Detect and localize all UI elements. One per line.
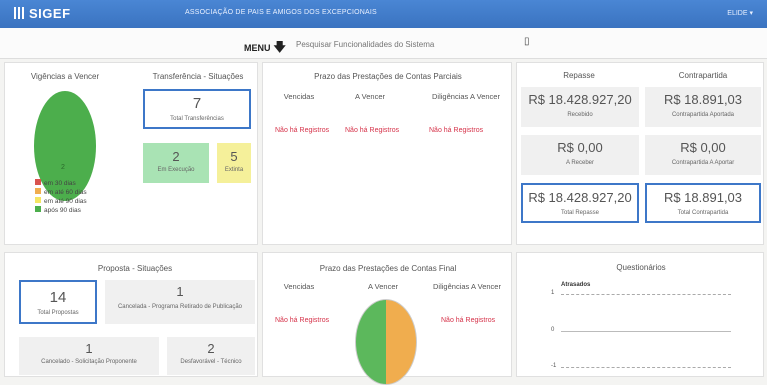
total-transferencias-label: Total Transferências bbox=[170, 116, 224, 122]
col-diligencias: Diligências A Vencer bbox=[433, 282, 501, 291]
contrapartida-aportada-value: R$ 18.891,03 bbox=[663, 92, 743, 107]
legend-item: em até 90 dias bbox=[35, 197, 87, 206]
recebido-value: R$ 18.428.927,20 bbox=[528, 92, 632, 107]
desfavoravel-label: Desfavorável - Técnico bbox=[180, 359, 242, 365]
legend-label: em até 60 dias bbox=[44, 189, 87, 196]
em-execucao-label: Em Execução bbox=[157, 167, 195, 173]
search-input[interactable] bbox=[292, 34, 518, 54]
col-diligencias: Diligências A Vencer bbox=[432, 92, 500, 101]
total-repasse-label: Total Repasse bbox=[560, 210, 600, 216]
contrapartida-aportada-card[interactable]: R$ 18.891,03 Contrapartida Aportada bbox=[645, 87, 761, 127]
vigencias-pie-value: 2 bbox=[61, 164, 65, 171]
grid-line bbox=[561, 294, 731, 295]
repasse-header: Repasse bbox=[563, 71, 595, 80]
menu-button[interactable]: MENU 🡇 bbox=[244, 38, 286, 59]
prazo-parciais-title: Prazo das Prestações de Contas Parciais bbox=[314, 72, 462, 81]
a-receber-card[interactable]: R$ 0,00 A Receber bbox=[521, 135, 639, 175]
panel-vigencias-transferencia: Vigências a Vencer 2 em 30 dias em até 6… bbox=[4, 62, 258, 245]
cancelada-card[interactable]: 1 Cancelada - Programa Retirado de Publi… bbox=[105, 280, 255, 324]
total-repasse-value: R$ 18.428.927,20 bbox=[528, 190, 632, 205]
user-name: ELIDE bbox=[727, 10, 748, 17]
total-propostas-card[interactable]: 14 Total Propostas bbox=[19, 280, 97, 324]
a-vencer-pie-chart[interactable] bbox=[355, 299, 417, 385]
series-label: Atrasados bbox=[561, 282, 591, 288]
panel-proposta: Proposta - Situações 14 Total Propostas … bbox=[4, 252, 258, 377]
col-a-vencer: A Vencer bbox=[354, 92, 386, 101]
total-propostas-label: Total Propostas bbox=[37, 310, 79, 316]
legend-item: em 30 dias bbox=[35, 179, 87, 188]
legend-item: após 90 dias bbox=[35, 206, 87, 215]
cancelada-label: Cancelada - Programa Retirado de Publica… bbox=[117, 304, 243, 310]
top-bar: SIGEF ASSOCIAÇÃO DE PAIS E AMIGOS DOS EX… bbox=[0, 0, 767, 28]
panel-prazo-parciais: Prazo das Prestações de Contas Parciais … bbox=[262, 62, 512, 245]
user-menu[interactable]: ELIDE ▾ bbox=[727, 9, 753, 17]
col-vencidas: Vencidas bbox=[283, 282, 315, 291]
organization-name: ASSOCIAÇÃO DE PAIS E AMIGOS DOS EXCEPCIO… bbox=[185, 9, 377, 16]
a-receber-value: R$ 0,00 bbox=[557, 140, 603, 155]
logo-mark-icon bbox=[14, 7, 26, 19]
vencidas-empty: Não há Registros bbox=[275, 127, 330, 134]
proposta-title: Proposta - Situações bbox=[97, 264, 173, 273]
menu-label: MENU bbox=[244, 43, 271, 53]
panel-prazo-final: Prazo das Prestações de Contas Final Ven… bbox=[262, 252, 512, 385]
legend-label: após 90 dias bbox=[44, 207, 81, 214]
transferencia-title: Transferência - Situações bbox=[152, 72, 244, 81]
vigencias-legend: em 30 dias em até 60 dias em até 90 dias… bbox=[35, 179, 87, 215]
legend-label: em até 90 dias bbox=[44, 198, 87, 205]
vencidas-empty: Não há Registros bbox=[275, 317, 330, 324]
col-a-vencer: A Vencer bbox=[367, 282, 399, 291]
contrapartida-header: Contrapartida bbox=[678, 71, 728, 80]
vigencias-title: Vigências a Vencer bbox=[30, 72, 100, 81]
legend-swatch bbox=[35, 179, 41, 185]
app-logo[interactable]: SIGEF bbox=[14, 6, 71, 21]
extinta-label: Extinta bbox=[224, 167, 244, 173]
cancelado-solicitacao-card[interactable]: 1 Cancelado - Solicitação Proponente bbox=[19, 337, 159, 375]
panel-repasse: Repasse Contrapartida R$ 18.428.927,20 R… bbox=[516, 62, 764, 245]
extinta-value: 5 bbox=[230, 149, 238, 164]
recebido-label: Recebido bbox=[567, 112, 593, 118]
total-contrapartida-value: R$ 18.891,03 bbox=[663, 190, 743, 205]
desfavoravel-card[interactable]: 2 Desfavorável - Técnico bbox=[167, 337, 255, 375]
contrapartida-a-aportar-label: Contrapartida A Aportar bbox=[671, 160, 735, 166]
y-tick-label: 1 bbox=[551, 290, 555, 296]
total-propostas-value: 14 bbox=[49, 289, 67, 306]
menu-bar: MENU🡇 ▯ bbox=[0, 28, 767, 59]
legend-swatch bbox=[35, 206, 41, 212]
prazo-final-title: Prazo das Prestações de Contas Final bbox=[319, 264, 457, 273]
contrapartida-a-aportar-value: R$ 0,00 bbox=[680, 140, 726, 155]
total-repasse-card[interactable]: R$ 18.428.927,20 Total Repasse bbox=[521, 183, 639, 223]
total-contrapartida-label: Total Contrapartida bbox=[677, 210, 729, 216]
em-execucao-value: 2 bbox=[172, 149, 180, 164]
legend-item: em até 60 dias bbox=[35, 188, 87, 197]
logo-text: SIGEF bbox=[29, 6, 71, 21]
total-transferencias-value: 7 bbox=[192, 95, 202, 112]
grid-line bbox=[561, 331, 731, 332]
diligencias-empty: Não há Registros bbox=[429, 127, 484, 134]
cancelado-solicitacao-value: 1 bbox=[85, 341, 93, 356]
y-tick-label: 0 bbox=[551, 327, 555, 333]
total-transferencias-card[interactable]: 7 Total Transferências bbox=[143, 89, 251, 129]
contrapartida-a-aportar-card[interactable]: R$ 0,00 Contrapartida A Aportar bbox=[645, 135, 761, 175]
a-vencer-empty: Não há Registros bbox=[345, 127, 400, 134]
y-tick-label: -1 bbox=[551, 363, 557, 369]
arrow-down-icon: 🡇 bbox=[273, 40, 286, 54]
panel-questionarios: Questionários Atrasados 1 0 -1 bbox=[516, 252, 764, 377]
cancelada-value: 1 bbox=[176, 284, 184, 299]
legend-swatch bbox=[35, 197, 41, 203]
em-execucao-card[interactable]: 2 Em Execução bbox=[143, 143, 209, 183]
contrapartida-aportada-label: Contrapartida Aportada bbox=[671, 112, 735, 118]
grid-line bbox=[561, 367, 731, 368]
total-contrapartida-card[interactable]: R$ 18.891,03 Total Contrapartida bbox=[645, 183, 761, 223]
diligencias-empty: Não há Registros bbox=[441, 317, 496, 324]
extinta-card[interactable]: 5 Extinta bbox=[217, 143, 251, 183]
a-receber-label: A Receber bbox=[565, 160, 595, 166]
questionarios-title: Questionários bbox=[616, 263, 666, 272]
desfavoravel-value: 2 bbox=[207, 341, 215, 356]
legend-swatch bbox=[35, 188, 41, 194]
recebido-card[interactable]: R$ 18.428.927,20 Recebido bbox=[521, 87, 639, 127]
cancelado-solicitacao-label: Cancelado - Solicitação Proponente bbox=[41, 359, 137, 365]
col-vencidas: Vencidas bbox=[283, 92, 315, 101]
legend-label: em 30 dias bbox=[44, 180, 76, 187]
eraser-icon[interactable]: ▯ bbox=[524, 36, 530, 47]
